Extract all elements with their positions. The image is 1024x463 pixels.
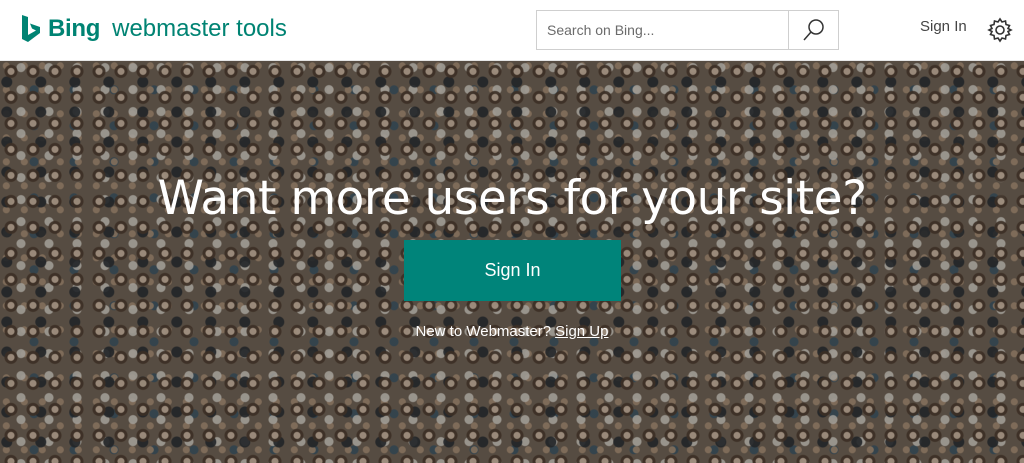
hero-banner: Want more users for your site? Sign In N… bbox=[0, 61, 1024, 463]
signup-prompt: New to Webmaster? bbox=[415, 323, 552, 340]
gear-icon[interactable] bbox=[987, 17, 1013, 43]
search-box bbox=[536, 10, 839, 50]
search-input[interactable] bbox=[537, 11, 789, 49]
search-icon bbox=[802, 19, 824, 41]
bing-logo-icon bbox=[22, 15, 40, 42]
search-button[interactable] bbox=[788, 11, 838, 49]
hero-title: Want more users for your site? bbox=[157, 171, 867, 226]
signin-button[interactable]: Sign In bbox=[404, 240, 621, 301]
signup-row: New to Webmaster? Sign Up bbox=[0, 323, 1024, 340]
signup-link[interactable]: Sign Up bbox=[555, 323, 608, 340]
top-header: Bing webmaster tools Sign In bbox=[0, 0, 1024, 61]
product-name: webmaster tools bbox=[112, 15, 287, 42]
bing-logo[interactable]: Bing webmaster tools bbox=[20, 14, 287, 44]
brand-name: Bing bbox=[48, 15, 101, 42]
header-signin-link[interactable]: Sign In bbox=[920, 18, 967, 35]
